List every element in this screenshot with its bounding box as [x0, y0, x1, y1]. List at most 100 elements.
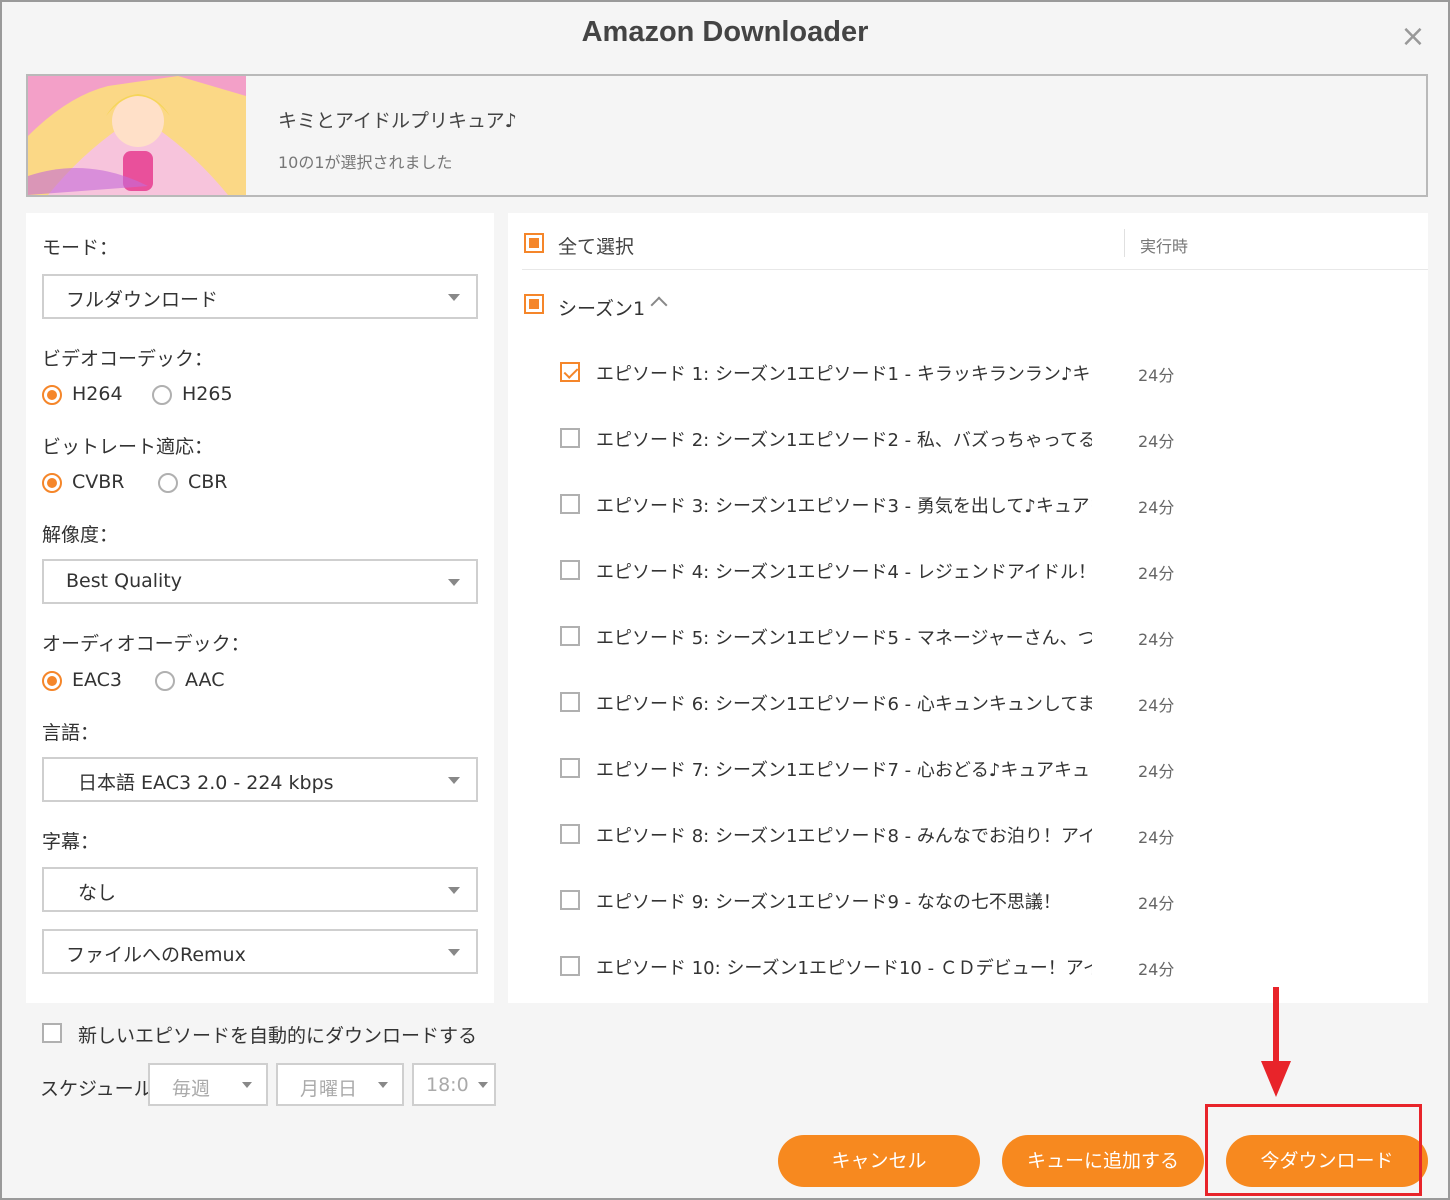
- episode-row[interactable]: エピソード 6: シーズン1エピソード6 - 心キュンキュンしてます！？ 24分: [558, 684, 1428, 724]
- episode-title: エピソード 9: シーズン1エピソード9 - ななの七不思議！: [596, 892, 1061, 913]
- radio-empty-icon: [158, 473, 178, 493]
- radio-selected-icon: [42, 671, 62, 691]
- schedule-frequency-select[interactable]: 毎週: [148, 1063, 268, 1106]
- episode-row[interactable]: エピソード 1: シーズン1エピソード1 - キラッキランラン♪キュアアイドルデ…: [558, 354, 1428, 394]
- episode-duration: 24分: [1138, 366, 1175, 385]
- schedule-time-select[interactable]: 18:0: [412, 1063, 496, 1106]
- auto-download-label: 新しいエピソードを自動的にダウンロードする: [78, 1025, 478, 1047]
- remux-value: ファイルへのRemux: [66, 944, 246, 966]
- episode-duration: 24分: [1138, 564, 1175, 583]
- subtitle-value: なし: [78, 882, 117, 904]
- remux-select[interactable]: ファイルへのRemux: [42, 929, 478, 974]
- chevron-down-icon: [448, 294, 460, 301]
- episode-duration: 24分: [1138, 630, 1175, 649]
- dialog-title: Amazon Downloader: [581, 16, 869, 48]
- schedule-label: スケジュール:: [40, 1078, 160, 1100]
- video-codec-group: H264 H265: [42, 383, 342, 409]
- chevron-down-icon: [242, 1082, 252, 1088]
- episode-duration: 24分: [1138, 498, 1175, 517]
- chevron-down-icon: [378, 1082, 388, 1088]
- mode-value: フルダウンロード: [66, 289, 219, 311]
- episode-checkbox[interactable]: [560, 890, 580, 910]
- resolution-label: 解像度：: [42, 524, 119, 546]
- episode-row[interactable]: エピソード 7: シーズン1エピソード7 - 心おどる♪キュアキュンキュン誕生！…: [558, 750, 1428, 790]
- episode-duration: 24分: [1138, 828, 1175, 847]
- chevron-down-icon: [448, 887, 460, 894]
- season-label: シーズン1: [558, 298, 646, 320]
- selection-status: 10の1が選択されました: [278, 153, 453, 172]
- episode-title: エピソード 3: シーズン1エピソード3 - 勇気を出して♪キュアウインク誕生！: [596, 496, 1092, 517]
- chevron-down-icon: [448, 777, 460, 784]
- add-to-queue-button[interactable]: キューに追加する: [1002, 1135, 1204, 1187]
- episode-duration: 24分: [1138, 960, 1175, 979]
- downloader-dialog: Amazon Downloader × キミとアイドルプリキュア♪ 10の1が選…: [0, 0, 1450, 1200]
- radio-selected-icon: [42, 385, 62, 405]
- header-divider-line: [522, 269, 1428, 270]
- resolution-select[interactable]: Best Quality: [42, 559, 478, 604]
- mode-select[interactable]: フルダウンロード: [42, 274, 478, 319]
- episode-title: エピソード 4: シーズン1エピソード4 - レジェンドアイドル！？響カイト: [596, 562, 1092, 583]
- episode-row[interactable]: エピソード 10: シーズン1エピソード10 - ＣＤデビュー！アイドルプリキュ…: [558, 948, 1428, 988]
- episode-title: エピソード 7: シーズン1エピソード7 - 心おどる♪キュアキュンキュン誕生！: [596, 760, 1092, 781]
- chevron-down-icon: [478, 1082, 488, 1088]
- episode-row[interactable]: エピソード 9: シーズン1エピソード9 - ななの七不思議！ 24分: [558, 882, 1428, 922]
- episode-checkbox[interactable]: [560, 956, 580, 976]
- video-codec-label: ビデオコーデック：: [42, 348, 214, 370]
- resolution-value: Best Quality: [66, 570, 183, 592]
- auto-download-checkbox[interactable]: [42, 1023, 62, 1043]
- season-checkbox[interactable]: [524, 294, 544, 314]
- episode-duration: 24分: [1138, 762, 1175, 781]
- episode-title: エピソード 6: シーズン1エピソード6 - 心キュンキュンしてます！？: [596, 694, 1092, 715]
- episode-duration: 24分: [1138, 894, 1175, 913]
- episode-checkbox[interactable]: [560, 560, 580, 580]
- settings-panel: モード： フルダウンロード ビデオコーデック： H264 H265 ビットレート…: [26, 213, 494, 1003]
- episode-checkbox[interactable]: [560, 824, 580, 844]
- language-select[interactable]: 日本語 EAC3 2.0 - 224 kbps: [42, 757, 478, 802]
- subtitle-label: 字幕：: [42, 831, 100, 853]
- episode-row[interactable]: エピソード 2: シーズン1エピソード2 - 私、バズっちゃってる！？ 24分: [558, 420, 1428, 460]
- chevron-down-icon: [448, 949, 460, 956]
- header-divider: [1124, 229, 1125, 257]
- radio-empty-icon: [155, 671, 175, 691]
- runtime-header: 実行時: [1140, 237, 1189, 256]
- episode-duration: 24分: [1138, 432, 1175, 451]
- episode-row[interactable]: エピソード 8: シーズン1エピソード8 - みんなでお泊り！アイドル合宿 24分: [558, 816, 1428, 856]
- show-title: キミとアイドルプリキュア♪: [278, 110, 517, 132]
- language-value: 日本語 EAC3 2.0 - 224 kbps: [78, 772, 334, 794]
- arrow-down-icon: [1261, 987, 1291, 1097]
- episode-checkbox[interactable]: [560, 428, 580, 448]
- episode-checkbox[interactable]: [560, 626, 580, 646]
- highlight-box: [1205, 1104, 1422, 1196]
- subtitle-select[interactable]: なし: [42, 867, 478, 912]
- show-info-bar: キミとアイドルプリキュア♪ 10の1が選択されました: [26, 74, 1428, 197]
- show-thumbnail: [28, 76, 246, 195]
- language-label: 言語：: [42, 722, 100, 744]
- chevron-up-icon[interactable]: [650, 296, 668, 314]
- episode-title: エピソード 10: シーズン1エピソード10 - ＣＤデビュー！アイドルプリキュ…: [596, 958, 1092, 979]
- cancel-button[interactable]: キャンセル: [778, 1135, 980, 1187]
- close-icon[interactable]: ×: [1396, 20, 1430, 54]
- select-all-label[interactable]: 全て選択: [558, 232, 634, 259]
- episode-title: エピソード 8: シーズン1エピソード8 - みんなでお泊り！アイドル合宿: [596, 826, 1092, 847]
- radio-selected-icon: [42, 473, 62, 493]
- audio-codec-label: オーディオコーデック：: [42, 633, 250, 655]
- episode-title: エピソード 1: シーズン1エピソード1 - キラッキランラン♪キュアアイドルデ…: [596, 364, 1092, 385]
- radio-empty-icon: [152, 385, 172, 405]
- episode-duration: 24分: [1138, 696, 1175, 715]
- episode-row[interactable]: エピソード 4: シーズン1エピソード4 - レジェンドアイドル！？響カイト 24…: [558, 552, 1428, 592]
- episode-title: エピソード 2: シーズン1エピソード2 - 私、バズっちゃってる！？: [596, 430, 1092, 451]
- bitrate-group: CVBR CBR: [42, 471, 342, 497]
- episode-row[interactable]: エピソード 3: シーズン1エピソード3 - 勇気を出して♪キュアウインク誕生！…: [558, 486, 1428, 526]
- audio-codec-group: EAC3 AAC: [42, 669, 342, 695]
- episode-checkbox[interactable]: [560, 362, 580, 382]
- chevron-down-icon: [448, 579, 460, 586]
- episode-checkbox[interactable]: [560, 494, 580, 514]
- mode-label: モード：: [42, 237, 119, 259]
- episode-checkbox[interactable]: [560, 692, 580, 712]
- select-all-checkbox[interactable]: [524, 233, 544, 253]
- episode-checkbox[interactable]: [560, 758, 580, 778]
- schedule-day-select[interactable]: 月曜日: [276, 1063, 404, 1106]
- episode-panel: 全て選択 実行時 シーズン1 エピソード 1: シーズン1エピソード1 - キラ…: [508, 213, 1428, 1003]
- episode-row[interactable]: エピソード 5: シーズン1エピソード5 - マネージャーさん、ついちゃった！？…: [558, 618, 1428, 658]
- episode-title: エピソード 5: シーズン1エピソード5 - マネージャーさん、ついちゃった！？: [596, 628, 1092, 649]
